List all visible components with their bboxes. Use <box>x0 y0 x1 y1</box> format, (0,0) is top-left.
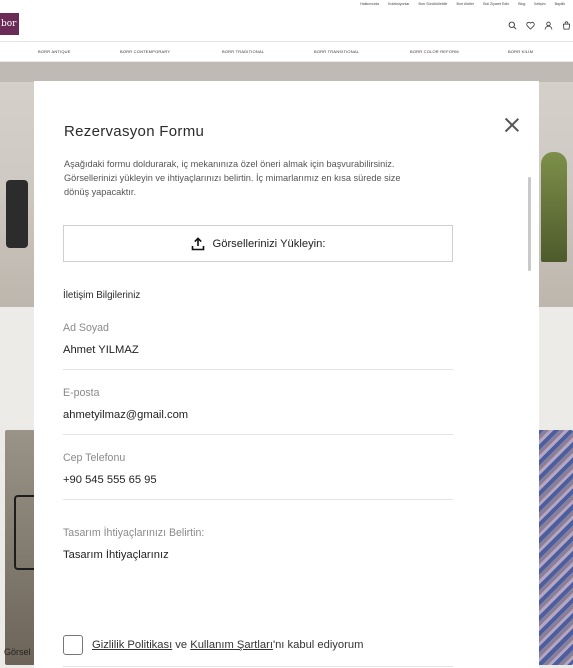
top-link[interactable]: Blog <box>518 2 525 6</box>
top-link[interactable]: Bayilik <box>555 2 565 6</box>
top-link[interactable]: Koleksiyonlar <box>388 2 409 6</box>
top-utility-bar: Hakkımızda Koleksiyonlar Borr Sürdürüleb… <box>0 0 573 10</box>
name-label: Ad Soyad <box>63 322 109 334</box>
consent-row: Gizlilik Politikası ve Kullanım Şartları… <box>63 635 363 655</box>
user-icon[interactable] <box>544 21 553 30</box>
phone-field: Cep Telefonu <box>63 452 453 500</box>
email-label: E-posta <box>63 387 100 399</box>
consent-conjunction: ve <box>172 639 191 651</box>
name-field: Ad Soyad <box>63 322 453 370</box>
name-input[interactable] <box>63 344 451 356</box>
top-links: Hakkımızda Koleksiyonlar Borr Sürdürüleb… <box>360 2 565 6</box>
card-caption: Görsel <box>4 647 31 657</box>
top-link[interactable]: Borr Sürdürülebilir <box>419 2 448 6</box>
modal-description: Aşağıdaki formu doldurarak, iç mekanınız… <box>64 159 401 197</box>
design-needs-input[interactable] <box>63 549 451 561</box>
design-needs-field: Tasarım İhtiyaçlarınızı Belirtin: <box>63 527 453 589</box>
consent-text: Gizlilik Politikası ve Kullanım Şartları… <box>92 639 363 651</box>
top-link[interactable]: Hakkımızda <box>360 2 379 6</box>
category-link[interactable]: BORR TRANSITIONAL <box>314 49 359 54</box>
hero-chair <box>6 180 28 248</box>
category-link[interactable]: BORR COLOR REFORM <box>410 49 459 54</box>
heart-icon[interactable] <box>526 21 535 30</box>
header-icons <box>508 21 571 30</box>
email-input[interactable] <box>63 409 451 421</box>
top-link[interactable]: İletişim <box>534 2 545 6</box>
category-link[interactable]: BORR KİLİM <box>508 49 533 54</box>
reservation-modal: Rezervasyon Formu Aşağıdaki formu doldur… <box>34 81 539 668</box>
divider <box>63 666 453 667</box>
category-link[interactable]: BORR TRADITIONAL <box>222 49 264 54</box>
contact-section-title: İletişim Bilgileriniz <box>63 290 141 301</box>
upload-images-button[interactable]: Görsellerinizi Yükleyin: <box>63 225 453 262</box>
close-icon[interactable] <box>503 116 521 134</box>
phone-input[interactable] <box>63 474 451 486</box>
consent-checkbox[interactable] <box>63 635 83 655</box>
hero-ceiling <box>0 62 573 82</box>
category-link[interactable]: BORR ANTIQUE <box>38 49 71 54</box>
terms-link[interactable]: Kullanım Şartları <box>190 639 273 651</box>
mirror-frame <box>14 495 36 570</box>
hero-plant <box>541 152 567 262</box>
design-needs-label: Tasarım İhtiyaçlarınızı Belirtin: <box>63 527 205 539</box>
product-card-image[interactable] <box>5 430 36 665</box>
scrollbar[interactable] <box>528 177 531 271</box>
email-field: E-posta <box>63 387 453 435</box>
cart-icon[interactable] <box>562 21 571 30</box>
phone-label: Cep Telefonu <box>63 452 126 464</box>
site-header: bor <box>0 10 573 42</box>
category-nav: BORR ANTIQUE BORR CONTEMPORARY BORR TRAD… <box>0 42 573 62</box>
product-card-image[interactable] <box>538 430 573 665</box>
search-icon[interactable] <box>508 21 517 30</box>
privacy-policy-link[interactable]: Gizlilik Politikası <box>92 639 172 651</box>
upload-icon <box>191 236 204 250</box>
top-link[interactable]: Borr Atelier <box>456 2 474 6</box>
site-logo[interactable]: bor <box>0 13 19 35</box>
upload-label: Görsellerinizi Yükleyin: <box>212 237 326 250</box>
modal-title: Rezervasyon Formu <box>64 123 205 140</box>
category-link[interactable]: BORR CONTEMPORARY <box>120 49 170 54</box>
consent-suffix: 'nı kabul ediyorum <box>272 639 364 651</box>
top-link[interactable]: Bizi Ziyaret Edin <box>483 2 509 6</box>
